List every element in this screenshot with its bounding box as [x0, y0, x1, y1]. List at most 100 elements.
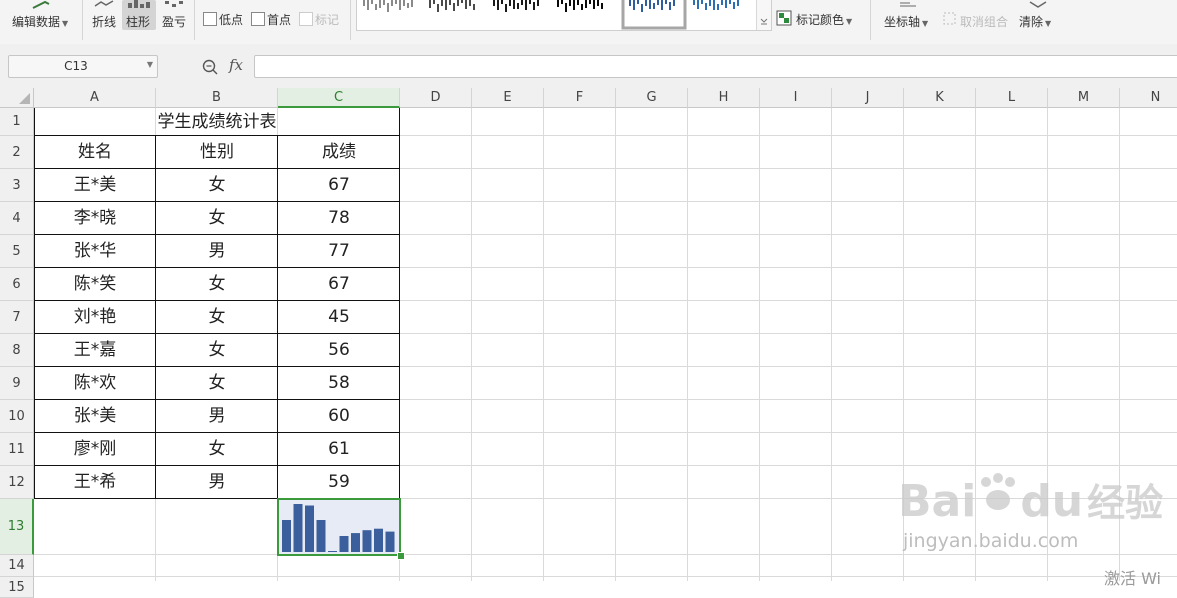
cell-name[interactable]: 张*美 [34, 400, 156, 433]
column-header-i[interactable]: I [760, 88, 832, 108]
ungroup-button[interactable]: 取消组合 [960, 13, 1008, 30]
first-point-label: 首点 [267, 13, 292, 27]
column-header-h[interactable]: H [688, 88, 760, 108]
cell-score[interactable]: 77 [278, 235, 400, 268]
row-header-10[interactable]: 10 [0, 400, 34, 433]
marker-color-button[interactable]: 标记颜色 ▼ [796, 11, 852, 28]
gridline-v [543, 108, 544, 581]
column-header-a[interactable]: A [34, 88, 156, 108]
cell-name[interactable]: 刘*艳 [34, 301, 156, 334]
cell-score[interactable]: 56 [278, 334, 400, 367]
winloss-button[interactable]: 盈亏 [162, 13, 186, 30]
first-point-checkbox[interactable] [251, 12, 265, 26]
cell-score[interactable]: 67 [278, 169, 400, 202]
ungroup-icon [943, 12, 956, 25]
column-header-g[interactable]: G [616, 88, 688, 108]
watermark-url: jingyan.baidu.com [903, 530, 1079, 552]
column-header-k[interactable]: K [904, 88, 976, 108]
column-header-l[interactable]: L [976, 88, 1048, 108]
cell-score[interactable]: 78 [278, 202, 400, 235]
cell-gender[interactable]: 女 [156, 301, 278, 334]
divider [82, 0, 83, 40]
cell-gender[interactable]: 女 [156, 334, 278, 367]
ungroup-label: 取消组合 [960, 15, 1009, 29]
gridline-h [34, 576, 1177, 577]
row-header-8[interactable]: 8 [0, 334, 34, 367]
column-header-b[interactable]: B [156, 88, 278, 108]
gallery-scroll[interactable] [756, 0, 771, 30]
axis-button[interactable]: 坐标轴 ▼ [884, 13, 928, 30]
cell-gender[interactable]: 女 [156, 202, 278, 235]
low-point-label: 低点 [219, 13, 244, 27]
cell-name[interactable]: 张*华 [34, 235, 156, 268]
row-header-7[interactable]: 7 [0, 301, 34, 334]
cell-score[interactable]: 67 [278, 268, 400, 301]
select-all-corner[interactable] [0, 88, 34, 108]
column-header-d[interactable]: D [400, 88, 472, 108]
column-header-f[interactable]: F [544, 88, 616, 108]
table-title[interactable]: 学生成绩统计表 [34, 108, 400, 136]
selected-cell-c13[interactable] [277, 498, 401, 556]
column-header-j[interactable]: J [832, 88, 904, 108]
name-box[interactable]: C13 ▼ [8, 55, 158, 78]
low-point-checkbox[interactable] [203, 12, 217, 26]
row-header-11[interactable]: 11 [0, 433, 34, 466]
gridline-v [687, 108, 688, 581]
fill-handle[interactable] [397, 552, 405, 560]
cell-score[interactable]: 61 [278, 433, 400, 466]
winloss-icon [165, 1, 183, 7]
cell-gender[interactable]: 女 [156, 367, 278, 400]
column-button[interactable]: 柱形 [126, 13, 150, 30]
gridline-v [831, 108, 832, 581]
marker-checkbox[interactable] [299, 12, 313, 26]
cell-name[interactable]: 王*希 [34, 466, 156, 499]
row-header-13[interactable]: 13 [0, 499, 34, 555]
sparkline-style-gallery[interactable] [356, 0, 772, 31]
cell-gender[interactable]: 男 [156, 466, 278, 499]
row-header-12[interactable]: 12 [0, 466, 34, 499]
column-header-n[interactable]: N [1120, 88, 1177, 108]
header-score[interactable]: 成绩 [278, 136, 400, 169]
row-header-5[interactable]: 5 [0, 235, 34, 268]
column-header-m[interactable]: M [1048, 88, 1120, 108]
cell-name[interactable]: 陈*欢 [34, 367, 156, 400]
row-header-14[interactable]: 14 [0, 555, 34, 577]
cell-name[interactable]: 陈*笑 [34, 268, 156, 301]
line-button[interactable]: 折线 [92, 13, 116, 30]
chevron-down-icon: ▼ [62, 19, 69, 28]
cell-name[interactable]: 廖*刚 [34, 433, 156, 466]
cell-name[interactable]: 王*美 [34, 169, 156, 202]
cell-name[interactable]: 王*嘉 [34, 334, 156, 367]
row-header-9[interactable]: 9 [0, 367, 34, 400]
row-header-2[interactable]: 2 [0, 136, 34, 169]
line-chart-icon [94, 0, 114, 7]
edit-data-button[interactable]: 编辑数据 ▼ [12, 13, 68, 30]
sparkline-bar [374, 528, 383, 552]
cell-score[interactable]: 59 [278, 466, 400, 499]
cell-gender[interactable]: 女 [156, 268, 278, 301]
chevron-down-icon: ▼ [846, 17, 853, 26]
row-header-15[interactable]: 15 [0, 577, 34, 598]
row-header-6[interactable]: 6 [0, 268, 34, 301]
cell-score[interactable]: 58 [278, 367, 400, 400]
sparkline-bar [362, 530, 372, 552]
column-header-c[interactable]: C [278, 88, 400, 108]
row-header-3[interactable]: 3 [0, 169, 34, 202]
cell-gender[interactable]: 男 [156, 400, 278, 433]
header-gender[interactable]: 性别 [156, 136, 278, 169]
cell-score[interactable]: 60 [278, 400, 400, 433]
formula-input[interactable] [254, 55, 1177, 78]
column-header-e[interactable]: E [472, 88, 544, 108]
fx-button[interactable]: fx [229, 56, 243, 74]
zoom-search-icon[interactable] [201, 58, 219, 76]
clear-button[interactable]: 清除 ▼ [1019, 13, 1051, 30]
axis-label: 坐标轴 [884, 15, 921, 29]
cell-gender[interactable]: 女 [156, 433, 278, 466]
cell-gender[interactable]: 男 [156, 235, 278, 268]
row-header-4[interactable]: 4 [0, 202, 34, 235]
header-name[interactable]: 姓名 [34, 136, 156, 169]
cell-name[interactable]: 李*晓 [34, 202, 156, 235]
cell-score[interactable]: 45 [278, 301, 400, 334]
cell-gender[interactable]: 女 [156, 169, 278, 202]
row-header-1[interactable]: 1 [0, 108, 34, 136]
